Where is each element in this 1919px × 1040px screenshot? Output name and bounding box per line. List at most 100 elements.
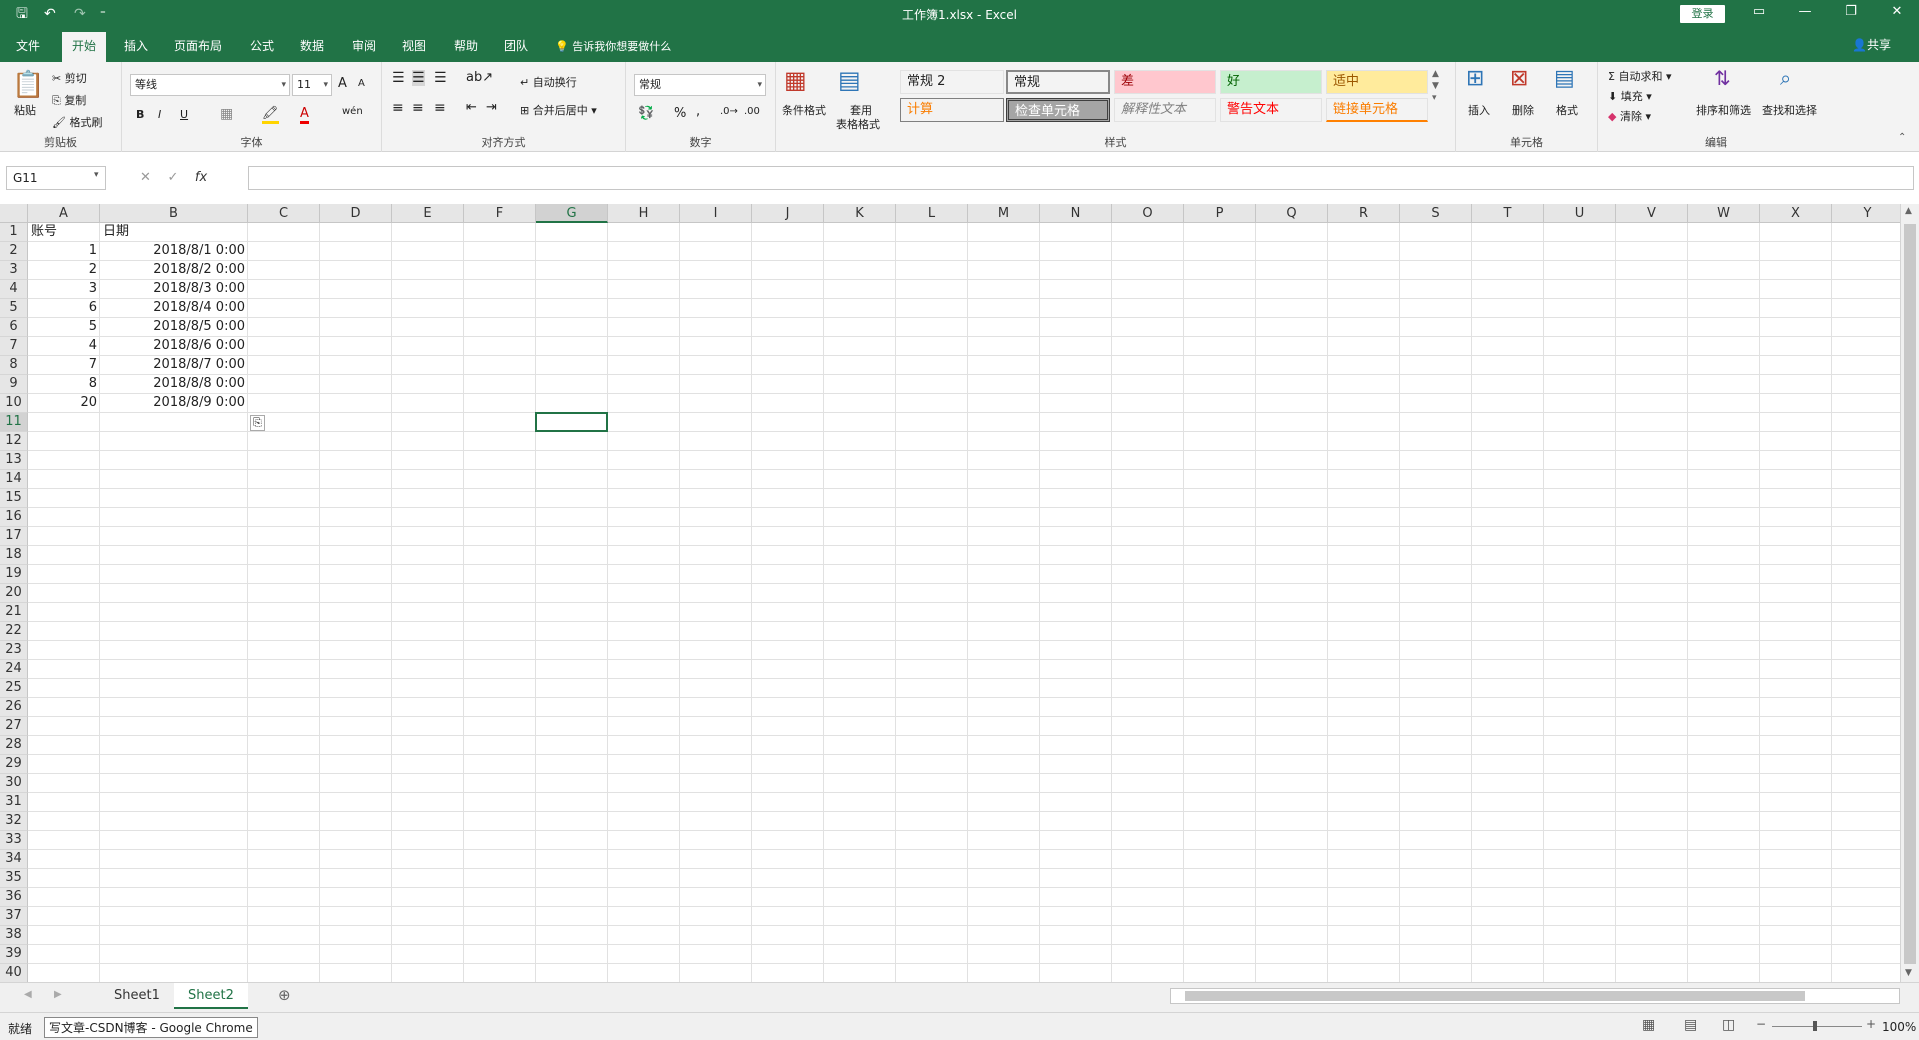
cell[interactable]: 2018/8/4 0:00 — [103, 299, 245, 317]
decrease-decimal-icon[interactable]: .00 — [744, 106, 760, 117]
row-header[interactable]: 32 — [0, 812, 28, 831]
styles-gallery-scroll-icon[interactable]: ▲ ▼ ▾ — [1432, 68, 1439, 104]
bold-button[interactable]: B — [136, 108, 144, 121]
row-header[interactable]: 27 — [0, 717, 28, 736]
number-format-select[interactable]: 常规 — [634, 74, 766, 96]
cell[interactable]: 账号 — [31, 223, 97, 241]
column-header[interactable]: M — [968, 204, 1040, 223]
merge-center-button[interactable]: ⊞ 合并后居中 ▾ — [520, 102, 597, 118]
conditional-format-button[interactable]: 条件格式 — [782, 102, 826, 118]
style-good[interactable]: 好 — [1220, 70, 1322, 94]
column-header[interactable]: H — [608, 204, 680, 223]
style-check-cell[interactable]: 检查单元格 — [1006, 98, 1110, 122]
sheet-tab-sheet1[interactable]: Sheet1 — [100, 983, 174, 1009]
zoom-slider-thumb[interactable] — [1813, 1021, 1817, 1031]
align-middle-icon[interactable]: ☰ — [412, 70, 425, 86]
row-header[interactable]: 6 — [0, 318, 28, 337]
paste-icon[interactable]: 📋 — [12, 70, 44, 100]
insert-cells-button[interactable]: 插入 — [1468, 102, 1490, 118]
column-header[interactable]: B — [100, 204, 248, 223]
ribbon-display-options-icon[interactable]: ▭ — [1744, 4, 1774, 19]
style-normal-2[interactable]: 常规 2 — [900, 70, 1004, 94]
row-header[interactable]: 9 — [0, 375, 28, 394]
row-header[interactable]: 35 — [0, 869, 28, 888]
row-header[interactable]: 17 — [0, 527, 28, 546]
row-header[interactable]: 31 — [0, 793, 28, 812]
increase-indent-icon[interactable]: ⇥ — [486, 100, 497, 115]
row-header[interactable]: 28 — [0, 736, 28, 755]
row-header[interactable]: 11 — [0, 413, 28, 432]
cell[interactable]: 7 — [31, 356, 97, 374]
column-header[interactable]: F — [464, 204, 536, 223]
phonetic-icon[interactable]: wén — [342, 106, 363, 117]
column-header[interactable]: C — [248, 204, 320, 223]
conditional-format-icon[interactable]: ▦ — [784, 66, 807, 94]
style-calculation[interactable]: 计算 — [900, 98, 1004, 122]
currency-icon[interactable]: 💱 — [638, 106, 654, 121]
column-header[interactable]: I — [680, 204, 752, 223]
cell[interactable]: 5 — [31, 318, 97, 336]
cancel-icon[interactable]: ✕ — [140, 170, 151, 185]
column-header[interactable]: X — [1760, 204, 1832, 223]
collapse-ribbon-icon[interactable]: ⌃ — [1898, 132, 1906, 143]
share-button[interactable]: 👤共享 — [1852, 36, 1891, 53]
zoom-out-icon[interactable]: − — [1756, 1017, 1766, 1031]
tab-review[interactable]: 审阅 — [352, 36, 376, 56]
format-cells-icon[interactable]: ▤ — [1554, 66, 1575, 91]
scroll-up-icon[interactable]: ▲ — [1905, 206, 1912, 216]
cell[interactable]: 2018/8/2 0:00 — [103, 261, 245, 279]
row-header[interactable]: 18 — [0, 546, 28, 565]
row-header[interactable]: 14 — [0, 470, 28, 489]
row-header[interactable]: 30 — [0, 774, 28, 793]
name-box-dropdown-icon[interactable]: ▾ — [94, 170, 99, 180]
delete-cells-button[interactable]: 删除 — [1512, 102, 1534, 118]
row-header[interactable]: 16 — [0, 508, 28, 527]
scroll-down-icon[interactable]: ▼ — [1905, 968, 1912, 978]
cell[interactable]: 4 — [31, 337, 97, 355]
column-header[interactable]: T — [1472, 204, 1544, 223]
row-header[interactable]: 1 — [0, 223, 28, 242]
row-header[interactable]: 4 — [0, 280, 28, 299]
table-format-button-line2[interactable]: 表格格式 — [836, 116, 880, 132]
align-top-icon[interactable]: ☰ — [392, 70, 405, 86]
column-header[interactable]: Y — [1832, 204, 1900, 223]
cell[interactable]: 日期 — [103, 223, 245, 241]
row-header[interactable]: 5 — [0, 299, 28, 318]
format-cells-button[interactable]: 格式 — [1556, 102, 1578, 118]
page-break-view-icon[interactable]: ◫ — [1722, 1017, 1735, 1033]
horizontal-scrollbar[interactable] — [1170, 988, 1900, 1004]
row-header[interactable]: 19 — [0, 565, 28, 584]
style-warning[interactable]: 警告文本 — [1220, 98, 1322, 122]
align-center-icon[interactable]: ≡ — [412, 100, 424, 116]
fill-button[interactable]: ⬇ 填充 ▾ — [1608, 88, 1652, 104]
prev-sheet-icon[interactable]: ◀ — [24, 989, 32, 1000]
sheet-tab-sheet2[interactable]: Sheet2 — [174, 983, 248, 1009]
active-cell[interactable] — [535, 412, 608, 432]
wrap-text-button[interactable]: ↵ 自动换行 — [520, 74, 577, 90]
tab-help[interactable]: 帮助 — [454, 36, 478, 56]
tell-me-box[interactable]: 💡 告诉我你想要做什么 — [555, 38, 671, 54]
scroll-thumb[interactable] — [1904, 224, 1916, 964]
table-format-icon[interactable]: ▤ — [838, 66, 861, 94]
increase-decimal-icon[interactable]: .0→ — [720, 106, 738, 117]
tab-team[interactable]: 团队 — [504, 36, 528, 56]
add-sheet-icon[interactable]: ⊕ — [278, 986, 291, 1004]
minimize-icon[interactable]: — — [1790, 4, 1820, 19]
percent-button[interactable]: % — [674, 106, 686, 121]
column-header[interactable]: D — [320, 204, 392, 223]
column-header[interactable]: W — [1688, 204, 1760, 223]
tab-insert[interactable]: 插入 — [124, 36, 148, 56]
cell[interactable]: 1 — [31, 242, 97, 260]
select-all-corner[interactable] — [0, 204, 28, 223]
row-header[interactable]: 13 — [0, 451, 28, 470]
row-header[interactable]: 3 — [0, 261, 28, 280]
tab-view[interactable]: 视图 — [402, 36, 426, 56]
row-header[interactable]: 25 — [0, 679, 28, 698]
row-header[interactable]: 24 — [0, 660, 28, 679]
column-header[interactable]: E — [392, 204, 464, 223]
restore-icon[interactable]: ❐ — [1836, 4, 1866, 19]
underline-button[interactable]: U — [180, 108, 188, 121]
row-header[interactable]: 15 — [0, 489, 28, 508]
tab-file[interactable]: 文件 — [16, 36, 40, 56]
cell[interactable]: 2018/8/8 0:00 — [103, 375, 245, 393]
